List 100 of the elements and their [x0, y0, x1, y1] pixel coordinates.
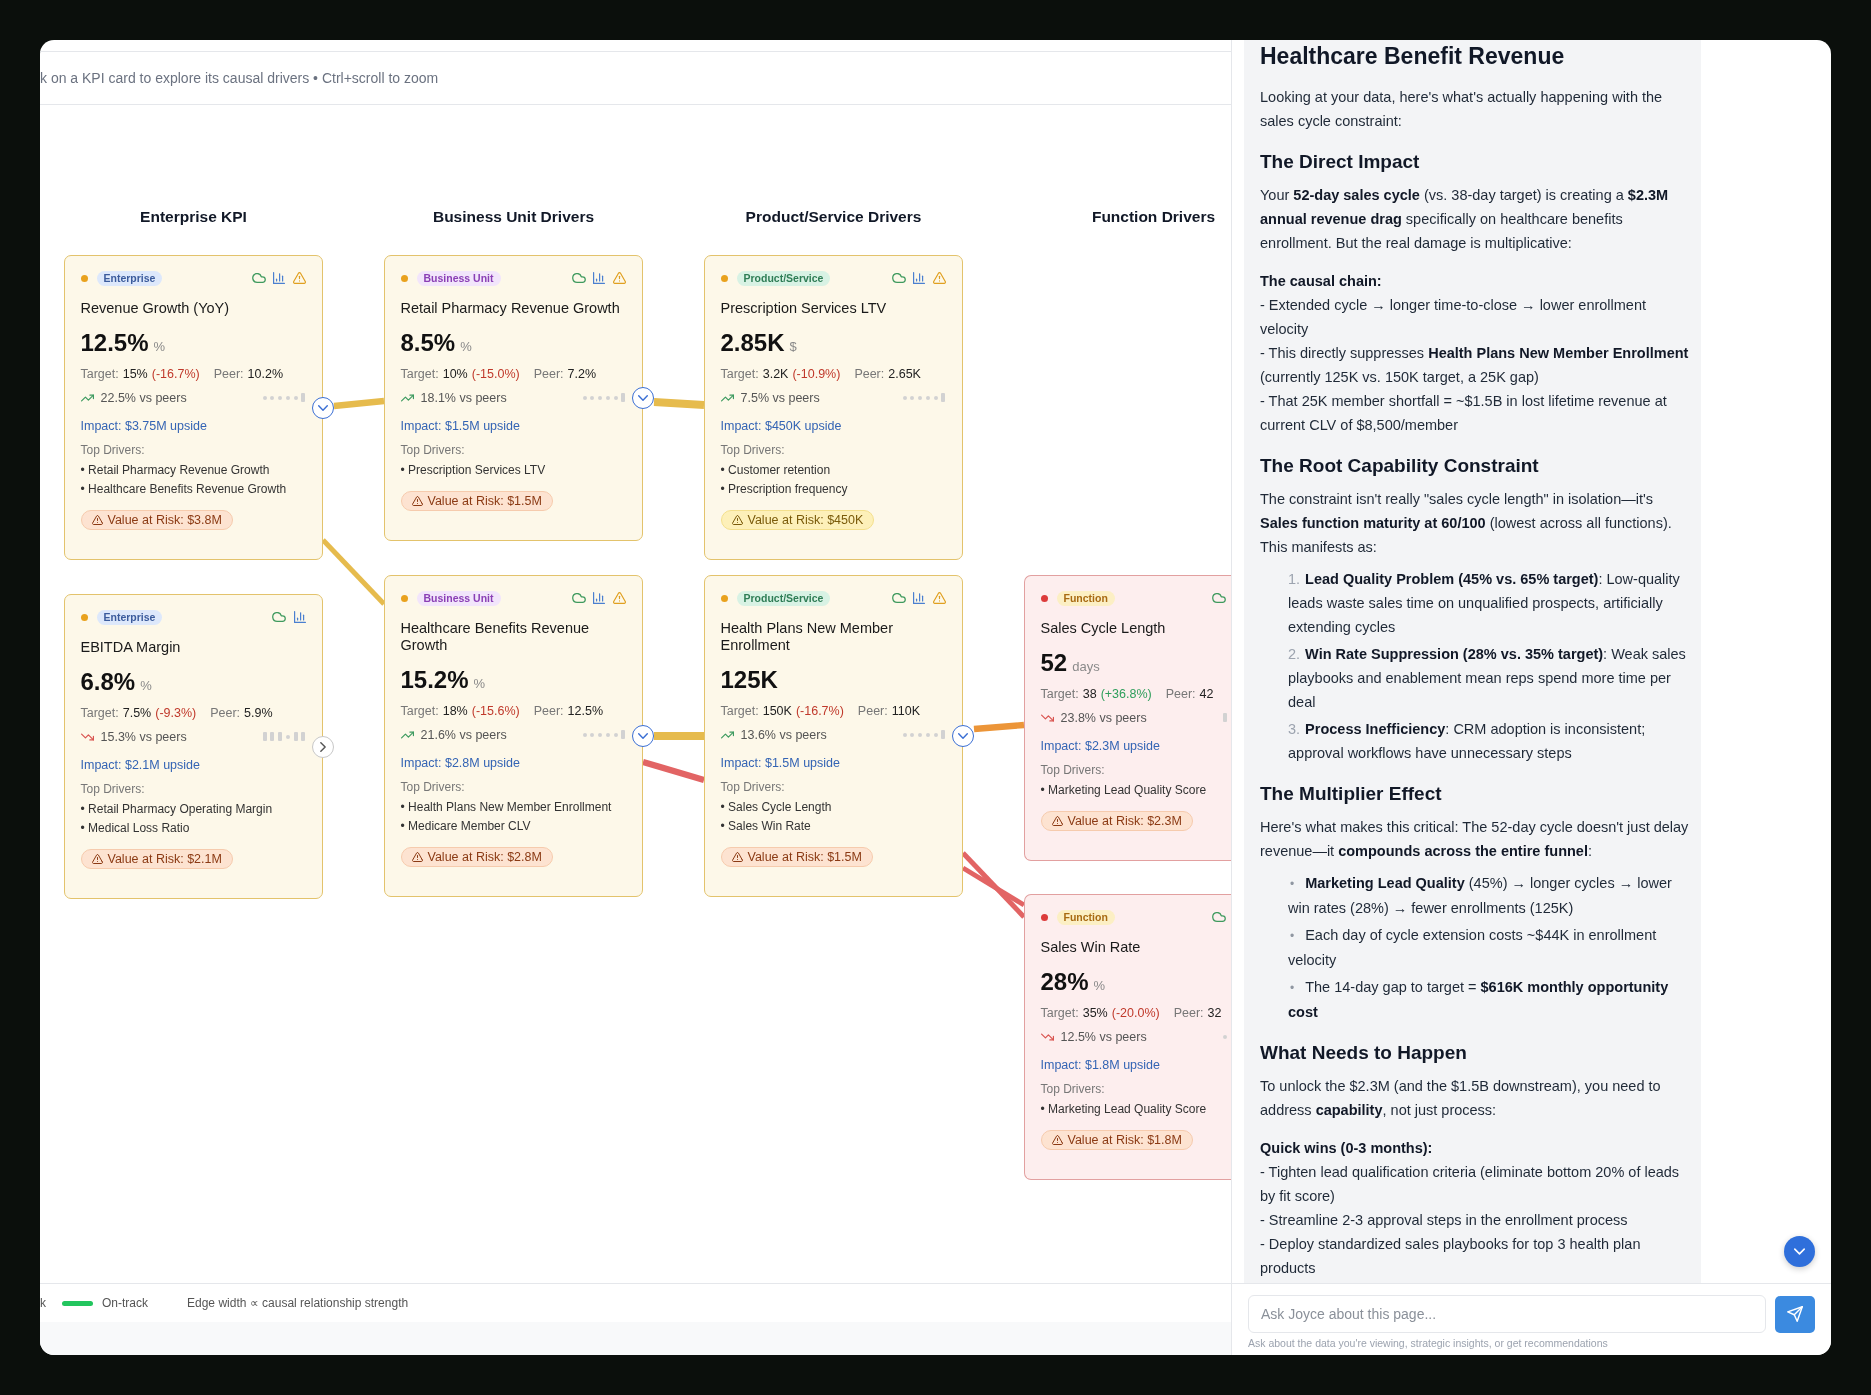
- expand-button[interactable]: [632, 387, 654, 409]
- peer-label: Peer:: [213, 366, 244, 381]
- chevron-down-icon: [638, 395, 648, 401]
- bar-chart-icon: [913, 272, 925, 284]
- unit-label: $: [789, 337, 797, 356]
- target-label: Target:: [1040, 1005, 1079, 1020]
- target-value: 18%: [442, 703, 468, 718]
- warning-icon: [1051, 1134, 1063, 1145]
- column-heading: Function Drivers: [1091, 207, 1216, 227]
- bar-chart-icon: [293, 611, 306, 623]
- impact-text: Impact: $1.5M upside: [720, 754, 841, 771]
- peer-label: Peer:: [533, 703, 564, 718]
- text-line: - Tighten lead qualification criteria (eliminate bottom 20% of leads by fit score): [1260, 1163, 1681, 1206]
- risk-text: Value at Risk: $1.5M: [427, 493, 542, 508]
- kpi-title: Retail Pharmacy Revenue Growth: [400, 300, 621, 317]
- peer-label: Peer:: [210, 705, 241, 720]
- status-dot: [720, 594, 728, 602]
- paragraph: Looking at your data, here's what's actually happening with the sales cycle constraint:: [1260, 88, 1664, 131]
- target-value: 38: [1082, 686, 1097, 701]
- sparkline: [582, 729, 626, 740]
- sparkline: [1222, 712, 1227, 723]
- target-value: 3.2K: [762, 366, 789, 381]
- kpi-card[interactable]: [384, 575, 643, 897]
- driver-item: • Prescription frequency: [720, 480, 849, 498]
- trend-down-icon: [1040, 1032, 1054, 1041]
- kpi-card[interactable]: [64, 255, 323, 560]
- target-gap: (-10.9%): [792, 366, 841, 381]
- expand-button[interactable]: [952, 725, 974, 747]
- trend-up-icon: [80, 393, 94, 402]
- driver-item: • Retail Pharmacy Revenue Growth: [80, 461, 271, 479]
- kpi-card[interactable]: Function Sales Win Rate 28% % Target: 35% (-20.0%) Peer: 32 12.5% vs peers Impact: $1.8M upside Top Drivers: • Marketing Lead Quality Score Value at Risk: $1.8M: [1024, 894, 1231, 1180]
- kpi-card[interactable]: Business Unit Retail Pharmacy Revenue Growth 8.5% % Target: 10% (-15.0%) Peer: 7.2% 18.1% vs peers Impact: $1.5M upside Top Drivers: • Prescription Services LTV Value at Risk: $1.5M: [384, 255, 643, 541]
- trend-up-icon: [720, 393, 734, 402]
- target-value: 15%: [122, 366, 148, 381]
- peer-value: 110K: [891, 703, 920, 718]
- cloud-icon: [891, 273, 906, 283]
- target-value: 7.5%: [122, 705, 152, 720]
- column-heading: Business Unit Drivers: [432, 207, 595, 227]
- cloud-icon: [1211, 593, 1226, 603]
- warning-icon: [731, 851, 743, 862]
- peer-value: 32: [1207, 1005, 1222, 1020]
- peer-value: 7.2%: [567, 366, 597, 381]
- text-line: - That 25K member shortfall = ~$1.5B in lost lifetime revenue at current CLV of $8,500/member: [1260, 392, 1668, 435]
- text-line: - Streamline 2-3 approval steps in the enrollment process: [1260, 1211, 1629, 1230]
- kpi-card[interactable]: Enterprise EBITDA Margin 6.8% % Target: 7.5% (-9.3%) Peer: 5.9% 15.3% vs peers Impact: $2.1M upside Top Drivers: • Retail Pharmacy Operating Margin • Medical Loss Ratio Value at Risk: $2.1M: [64, 594, 323, 899]
- driver-item: • Medicare Member CLV: [400, 817, 532, 835]
- bar-chart-icon: [593, 592, 605, 604]
- kpi-title: EBITDA Margin: [80, 639, 182, 656]
- warning-icon: [411, 851, 423, 862]
- drivers-label: Top Drivers:: [720, 778, 786, 795]
- drivers-label: Top Drivers:: [400, 441, 466, 458]
- trend-up-icon: [720, 730, 734, 739]
- chevron-down-icon: [1794, 1248, 1805, 1255]
- risk-text: Value at Risk: $2.3M: [1067, 813, 1182, 828]
- status-dot: [400, 594, 408, 602]
- peer-value: 5.9%: [244, 705, 273, 720]
- category-tag: Product/Service: [736, 270, 831, 286]
- panel-title: Healthcare Benefit Revenue: [1260, 42, 1566, 71]
- impact-text: Impact: $2.1M upside: [80, 756, 201, 773]
- category-tag: Business Unit: [416, 270, 501, 286]
- impact-text: Impact: $2.3M upside: [1040, 737, 1161, 754]
- warning-icon: [91, 853, 103, 864]
- trend-text: 7.5% vs peers: [740, 390, 820, 405]
- drivers-label: Top Drivers:: [720, 441, 786, 458]
- list-item: 2. Win Rate Suppression (28% vs. 35% target): Weak sales playbooks and enablement mean reps spend more time per deal: [1287, 645, 1687, 712]
- paragraph-heading: The causal chain:: [1260, 272, 1383, 291]
- target-label: Target:: [80, 705, 119, 720]
- chat-input[interactable]: Ask Joyce about this page...: [1248, 1295, 1766, 1333]
- kpi-card[interactable]: Product/Service Prescription Services LTV 2.85K $ Target: 3.2K (-10.9%) Peer: 2.65K 7.5% vs peers Impact: $450K upside Top Drivers: • Customer retention • Prescription frequency Value at Risk: $450K: [704, 255, 963, 560]
- risk-text: Value at Risk: $1.8M: [1067, 1132, 1182, 1147]
- category-tag: Function: [1056, 590, 1115, 606]
- scroll-down-button[interactable]: [1784, 1236, 1815, 1267]
- send-button[interactable]: [1775, 1295, 1815, 1333]
- kpi-title: Revenue Growth (YoY): [80, 300, 231, 317]
- expand-button[interactable]: [632, 725, 654, 747]
- unit-label: %: [140, 676, 152, 695]
- peer-label: Peer:: [857, 703, 888, 718]
- risk-text: Value at Risk: $1.5M: [747, 849, 862, 864]
- bar-chart-icon: [273, 272, 285, 284]
- driver-item: • Retail Pharmacy Operating Margin: [80, 800, 274, 818]
- kpi-value: 52: [1040, 647, 1068, 678]
- warning-icon: [1051, 815, 1063, 826]
- kpi-card[interactable]: Product/Service Health Plans New Member Enrollment 125K Target: 150K (-16.7%) Peer: 110K 13.6% vs peers Impact: $1.5M upside Top Drivers: • Sales Cycle Length • Sales Win Rate Value at Risk: $1.5M: [704, 575, 963, 897]
- kpi-value: 6.8%: [80, 666, 136, 697]
- legend-note: Edge width ∝ causal relationship strength: [187, 1296, 409, 1310]
- list-item: • Marketing Lead Quality (45%) → longer cycles → lower win rates (28%) → fewer enrollments (125K): [1287, 874, 1673, 918]
- status-dot: [400, 274, 408, 282]
- peer-label: Peer:: [1173, 1005, 1204, 1020]
- unit-label: %: [473, 674, 486, 693]
- kpi-card[interactable]: Function Sales Cycle Length 52 days Target: 38 (+36.8%) Peer: 42 23.8% vs peers Impact: $2.3M upside Top Drivers: • Marketing Lead Quality Score Value at Risk: $2.3M: [1024, 575, 1231, 861]
- category-tag: Business Unit: [416, 590, 501, 606]
- section-heading: The Root Capability Constraint: [1260, 454, 1540, 478]
- text-line: - This directly suppresses Health Plans New Member Enrollment (currently 125K vs. 150K target, a 25K gap): [1260, 344, 1689, 387]
- kpi-title: Health Plans New Member Enrollment: [720, 620, 894, 654]
- paragraph: Here's what makes this critical: The 52-day cycle doesn't just delay revenue—it compounds across the entire funnel:: [1260, 818, 1689, 861]
- target-label: Target:: [400, 703, 439, 718]
- impact-text: Impact: $450K upside: [720, 417, 843, 434]
- text-line: - Deploy standardized sales playbooks for top 3 health plan products: [1260, 1235, 1642, 1278]
- warning-icon: [292, 272, 306, 284]
- peer-value: 10.2%: [247, 366, 284, 381]
